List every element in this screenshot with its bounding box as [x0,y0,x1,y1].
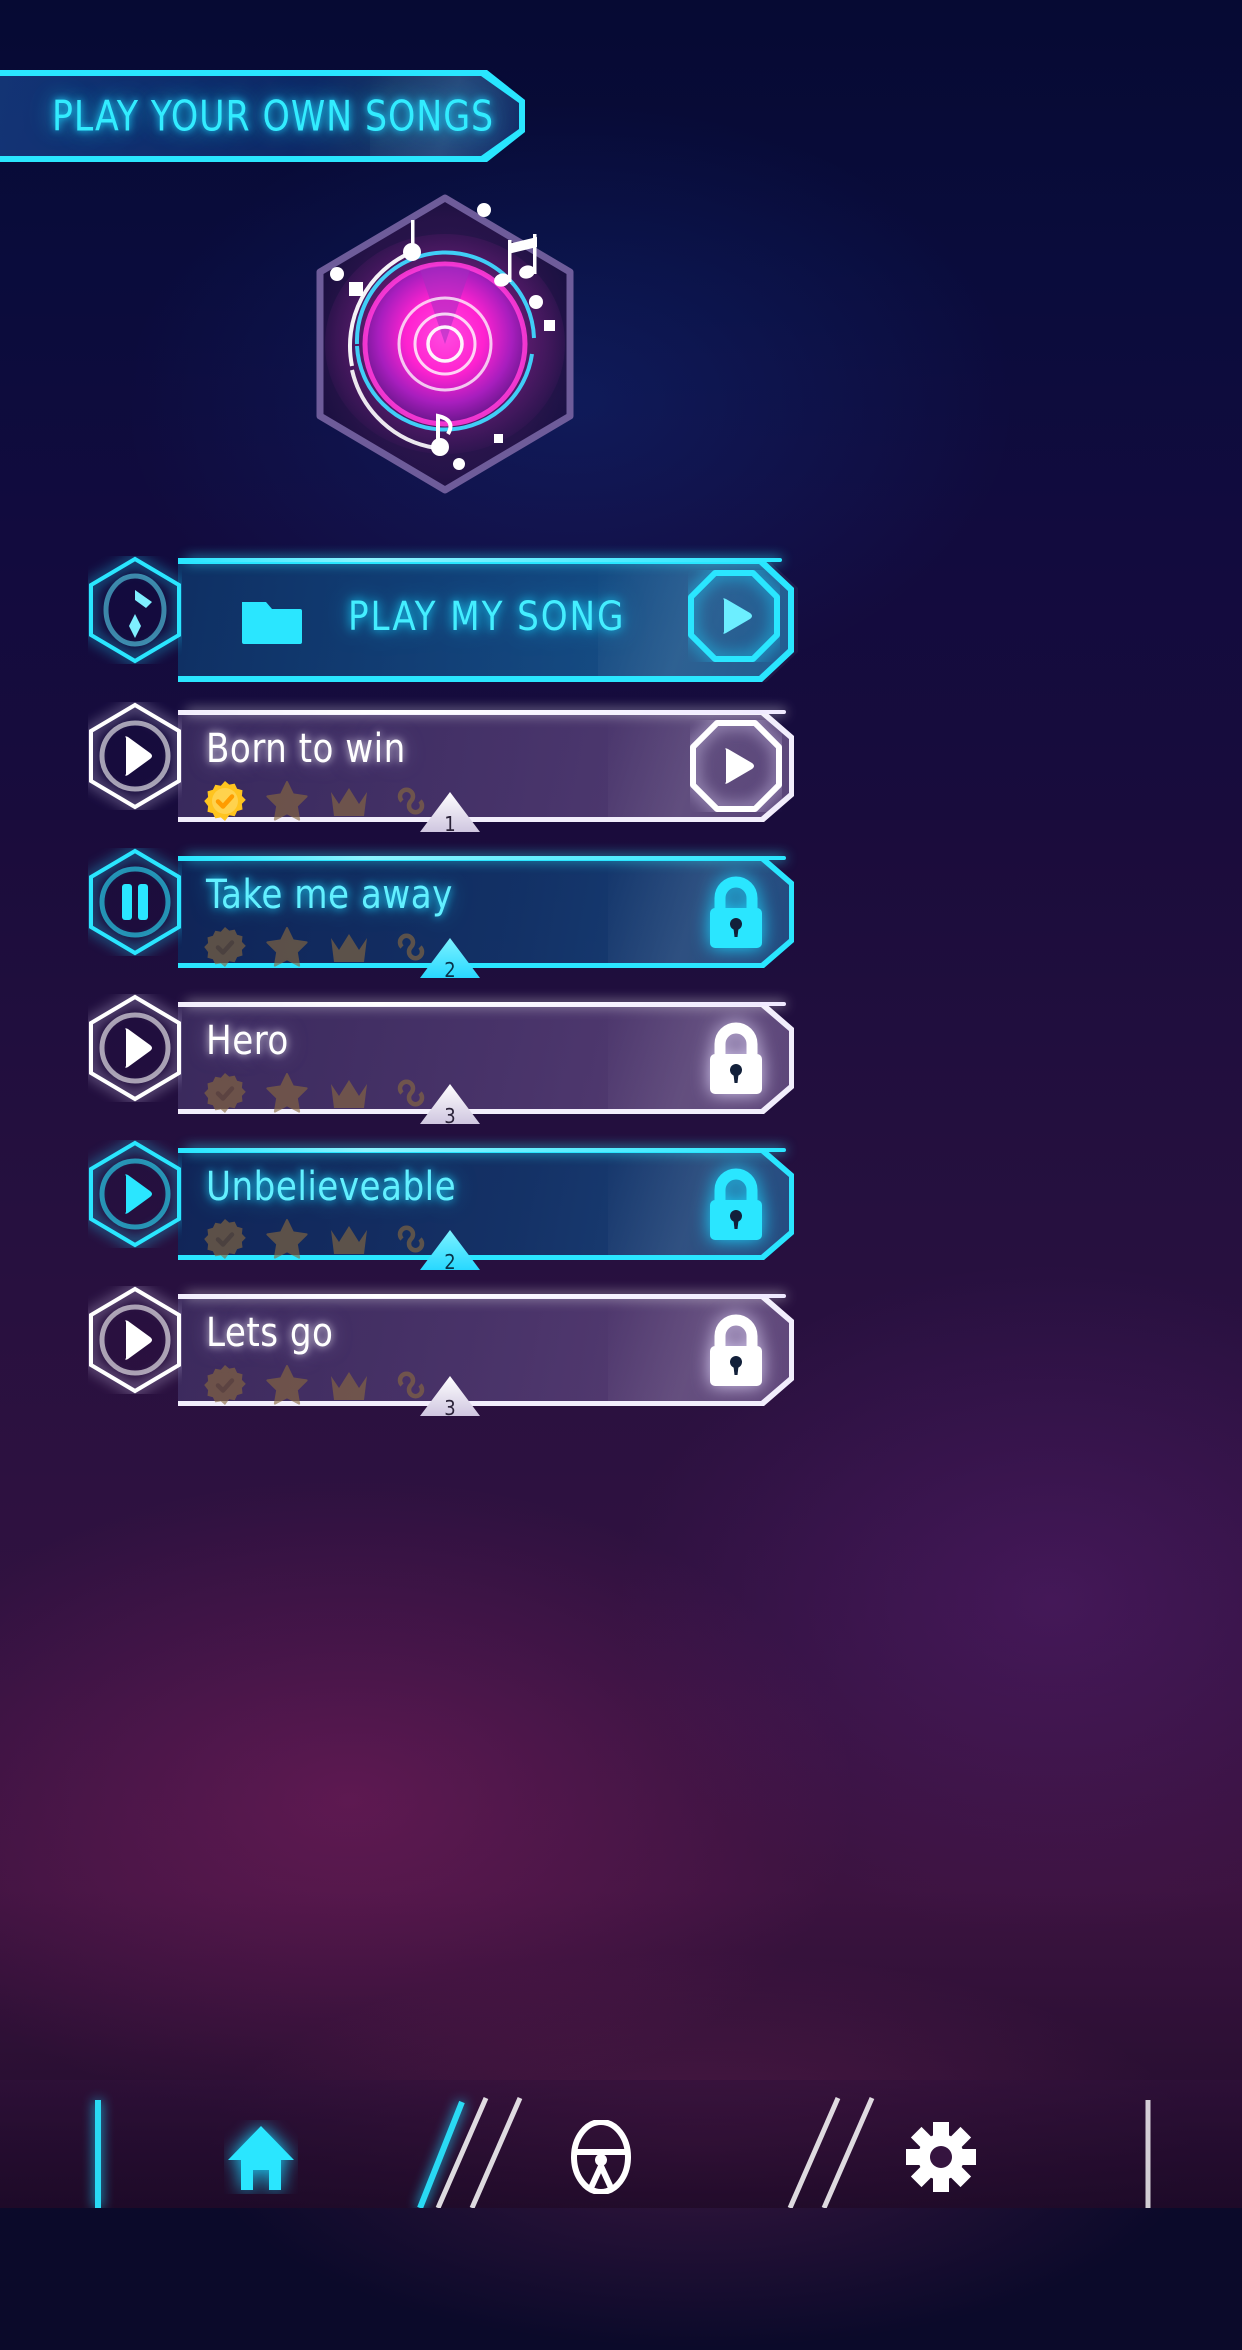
plate-topline [186,1294,786,1298]
song-medals [204,926,432,968]
star-medal [266,1072,308,1114]
song-row-hero[interactable]: Hero 3 [0,986,1242,1132]
plate-topline [186,1148,786,1152]
play-button[interactable] [690,720,782,812]
check-badge-medal [204,1072,246,1114]
lock-button[interactable] [690,1304,782,1396]
play-my-song-play-button[interactable] [688,570,780,662]
song-medals [204,1364,432,1406]
check-badge-medal [204,780,246,822]
home-icon [224,2120,298,2194]
header-banner: PLAY YOUR OWN SONGS [0,70,535,162]
song-row-unbelieveable[interactable]: Unbelieveable 2 [0,1132,1242,1278]
steering-wheel-icon [564,2119,638,2195]
song-title: Unbelieveable [206,1164,457,1210]
folder-icon [242,598,302,646]
star-medal [266,1218,308,1260]
song-row-take-me-away[interactable]: Take me away 2 [0,840,1242,986]
song-row-lets-go[interactable]: Lets go 3 [0,1278,1242,1424]
hexagon-music-disc-logo [316,194,574,494]
check-badge-medal [204,1364,246,1406]
crown-medal [328,780,370,822]
plate-topline [186,710,786,714]
crown-medal [328,1218,370,1260]
play-my-song-label: PLAY MY SONG [348,594,626,640]
star-medal [266,926,308,968]
lock-button[interactable] [690,1158,782,1250]
song-title: Lets go [206,1310,334,1356]
plate-topline [186,558,782,562]
crown-medal [328,1364,370,1406]
play-hexagon-icon[interactable] [88,1140,182,1248]
lock-button[interactable] [690,1012,782,1104]
plate-topline [186,1002,786,1006]
song-medals [204,780,432,822]
song-list: PLAY MY SONG Born to win 1 Take me away … [0,548,1242,1424]
nav-item-settings[interactable] [776,2080,1106,2208]
crown-medal [328,926,370,968]
bottom-navigation-bar [0,2080,1242,2208]
difficulty-number: 2 [444,958,456,982]
song-title: Hero [206,1018,289,1064]
nav-item-vehicles[interactable] [436,2080,766,2208]
check-badge-medal [204,1218,246,1260]
play-my-song-row[interactable]: PLAY MY SONG [0,548,1242,694]
difficulty-number: 3 [444,1104,456,1128]
song-title: Take me away [206,872,453,918]
plate-topline [186,856,786,860]
page-title: PLAY YOUR OWN SONGS [52,91,495,141]
music-note-hexagon-icon [88,556,182,664]
difficulty-number: 1 [444,812,456,836]
play-hexagon-icon[interactable] [88,1286,182,1394]
check-badge-medal [204,926,246,968]
song-title: Born to win [206,726,406,772]
nav-item-home[interactable] [96,2080,426,2208]
song-medals [204,1072,432,1114]
pause-hexagon-icon[interactable] [88,848,182,956]
difficulty-number: 3 [444,1396,456,1420]
difficulty-number: 2 [444,1250,456,1274]
song-row-born-to-win[interactable]: Born to win 1 [0,694,1242,840]
lock-button[interactable] [690,866,782,958]
song-medals [204,1218,432,1260]
star-medal [266,780,308,822]
play-hexagon-icon[interactable] [88,994,182,1102]
play-hexagon-icon[interactable] [88,702,182,810]
crown-medal [328,1072,370,1114]
gear-icon [904,2120,978,2194]
star-medal [266,1364,308,1406]
